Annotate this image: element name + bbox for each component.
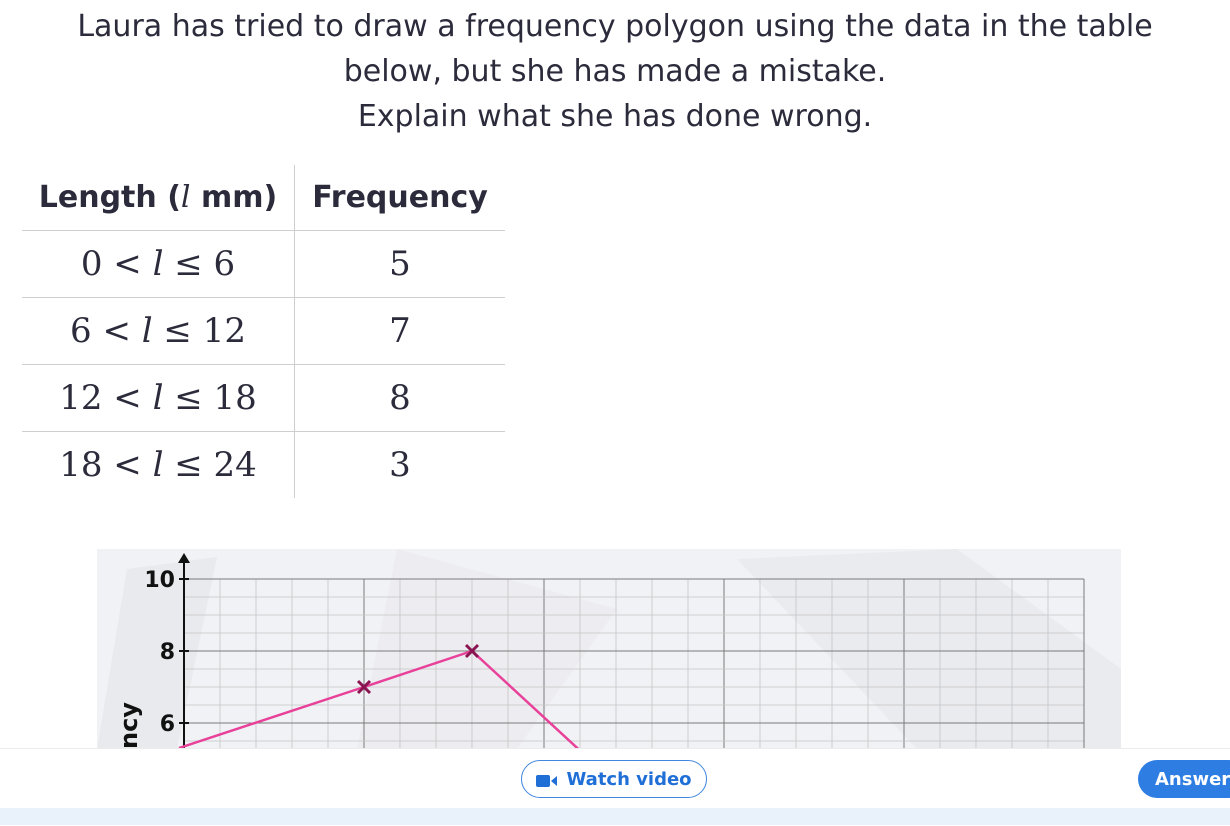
watch-video-label: Watch video: [566, 768, 692, 790]
interval-le: ≤: [163, 244, 214, 284]
y-axis-label: ncy: [115, 702, 143, 749]
length-interval-cell: 18 < l ≤ 24: [22, 431, 295, 498]
question-line-1: Laura has tried to draw a frequency poly…: [77, 9, 1153, 44]
length-interval-cell: 6 < l ≤ 12: [22, 297, 295, 365]
interval-hi: 6: [213, 244, 236, 284]
question-line-2: below, but she has made a mistake.: [343, 54, 887, 89]
frequency-cell: 8: [294, 364, 505, 432]
interval-lo: 12: [59, 378, 103, 418]
frequency-table: Length (l mm) Frequency 0 < l ≤ 656 < l …: [22, 165, 505, 498]
interval-hi: 24: [213, 445, 257, 485]
y-tick-label: 8: [160, 640, 175, 665]
interval-lt: <: [91, 311, 142, 351]
y-tick-label: 6: [160, 712, 175, 737]
graph-svg: 10 8 6 ncy: [97, 549, 1121, 749]
watch-video-button[interactable]: Watch video: [521, 760, 707, 798]
table-row: 0 < l ≤ 65: [22, 230, 505, 298]
question-text: Laura has tried to draw a frequency poly…: [0, 4, 1230, 139]
table-row: 18 < l ≤ 24 3: [22, 431, 505, 498]
interval-lo: 6: [70, 311, 92, 351]
length-interval-cell: 0 < l ≤ 6: [22, 230, 295, 298]
frequency-polygon-graph: 10 8 6 ncy: [97, 549, 1121, 749]
frequency-cell: 3: [389, 445, 411, 485]
interval-le: ≤: [163, 445, 214, 485]
question-line-3: Explain what she has done wrong.: [357, 99, 873, 134]
interval-var: l: [152, 445, 164, 485]
interval-lo: 0: [80, 244, 103, 284]
interval-var: l: [152, 378, 164, 418]
header-frequency: Frequency: [294, 165, 505, 231]
y-tick-label: 10: [144, 568, 175, 593]
video-camera-icon: [536, 772, 558, 787]
interval-hi: 12: [202, 311, 246, 351]
table-row: 12 < l ≤ 18 8: [22, 364, 505, 432]
interval-lt: <: [102, 378, 153, 418]
interval-var: l: [152, 244, 164, 284]
answer-button[interactable]: Answer: [1138, 760, 1230, 798]
interval-le: ≤: [152, 311, 203, 351]
table-row: 6 < l ≤ 12 7: [22, 297, 505, 365]
interval-lt: <: [102, 445, 153, 485]
interval-var: l: [141, 311, 153, 351]
interval-lo: 18: [59, 445, 103, 485]
bottom-strip: [0, 808, 1230, 825]
interval-lt: <: [102, 244, 153, 284]
frequency-cell: 5: [294, 230, 505, 298]
interval-hi: 18: [213, 378, 257, 418]
header-length: Length (l mm): [22, 165, 295, 231]
answer-label: Answer: [1155, 768, 1230, 790]
frequency-cell: 7: [294, 297, 505, 365]
length-interval-cell: 12 < l ≤ 18: [22, 364, 295, 432]
interval-le: ≤: [163, 378, 214, 418]
table-header-row: Length (l mm) Frequency: [22, 165, 505, 231]
